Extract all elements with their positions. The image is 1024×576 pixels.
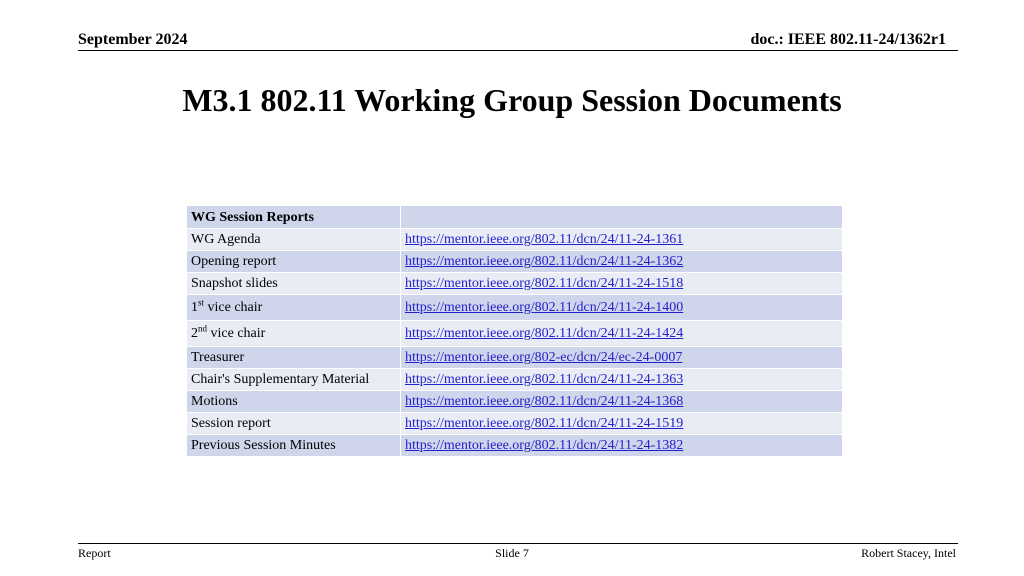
row-link-cell: https://mentor.ieee.org/802.11/dcn/24/11… [400,434,843,457]
link-previous-session-minutes[interactable]: https://mentor.ieee.org/802.11/dcn/24/11… [405,438,683,453]
ordinal-suffix: nd [198,323,207,334]
row-label-treasurer: Treasurer [186,346,401,369]
table-row: Opening report https://mentor.ieee.org/8… [186,250,843,273]
table-row: 2nd vice chair https://mentor.ieee.org/8… [186,320,843,347]
row-link-cell: https://mentor.ieee.org/802.11/dcn/24/11… [400,368,843,391]
row-link-cell: https://mentor.ieee.org/802.11/dcn/24/11… [400,272,843,295]
row-link-cell: https://mentor.ieee.org/802-ec/dcn/24/ec… [400,346,843,369]
ordinal-number: 2 [191,326,198,341]
row-label-snapshot-slides: Snapshot slides [186,272,401,295]
row-label-session-report: Session report [186,412,401,435]
row-label-2nd-vice-chair: 2nd vice chair [186,320,401,347]
row-link-cell: https://mentor.ieee.org/802.11/dcn/24/11… [400,228,843,251]
header-date: September 2024 [78,31,188,48]
row-label-motions: Motions [186,390,401,413]
link-wg-agenda[interactable]: https://mentor.ieee.org/802.11/dcn/24/11… [405,232,683,247]
row-label-opening-report: Opening report [186,250,401,273]
link-treasurer[interactable]: https://mentor.ieee.org/802-ec/dcn/24/ec… [405,350,682,365]
table-row: Previous Session Minutes https://mentor.… [186,434,843,457]
footer-author: Robert Stacey, Intel [861,546,956,560]
row-label-1st-vice-chair: 1st vice chair [186,294,401,321]
table-header-empty-cell [400,205,843,229]
link-1st-vice-chair[interactable]: https://mentor.ieee.org/802.11/dcn/24/11… [405,300,683,315]
row-link-cell: https://mentor.ieee.org/802.11/dcn/24/11… [400,390,843,413]
table-row: Session report https://mentor.ieee.org/8… [186,412,843,435]
table-row: Chair's Supplementary Material https://m… [186,368,843,391]
link-opening-report[interactable]: https://mentor.ieee.org/802.11/dcn/24/11… [405,254,683,269]
row-label-chairs-supplementary-material: Chair's Supplementary Material [186,368,401,391]
link-session-report[interactable]: https://mentor.ieee.org/802.11/dcn/24/11… [405,416,683,431]
link-2nd-vice-chair[interactable]: https://mentor.ieee.org/802.11/dcn/24/11… [405,326,683,341]
footer-divider [78,543,958,544]
header-doc-id: doc.: IEEE 802.11-24/1362r1 [750,31,946,48]
table-row: 1st vice chair https://mentor.ieee.org/8… [186,294,843,321]
label-rest: vice chair [207,326,266,341]
table-row: Snapshot slides https://mentor.ieee.org/… [186,272,843,295]
row-link-cell: https://mentor.ieee.org/802.11/dcn/24/11… [400,250,843,273]
row-label-wg-agenda: WG Agenda [186,228,401,251]
session-documents-table: WG Session Reports WG Agenda https://men… [186,205,843,457]
row-link-cell: https://mentor.ieee.org/802.11/dcn/24/11… [400,320,843,347]
row-label-previous-session-minutes: Previous Session Minutes [186,434,401,457]
row-link-cell: https://mentor.ieee.org/802.11/dcn/24/11… [400,294,843,321]
header-divider [78,50,958,51]
slide-title: M3.1 802.11 Working Group Session Docume… [182,82,842,118]
table-row: WG Agenda https://mentor.ieee.org/802.11… [186,228,843,251]
link-motions[interactable]: https://mentor.ieee.org/802.11/dcn/24/11… [405,394,683,409]
label-rest: vice chair [204,300,263,315]
table-row: Treasurer https://mentor.ieee.org/802-ec… [186,346,843,369]
link-snapshot-slides[interactable]: https://mentor.ieee.org/802.11/dcn/24/11… [405,276,683,291]
table-header-label: WG Session Reports [186,205,401,229]
link-chairs-supplementary-material[interactable]: https://mentor.ieee.org/802.11/dcn/24/11… [405,372,683,387]
row-link-cell: https://mentor.ieee.org/802.11/dcn/24/11… [400,412,843,435]
table-row: Motions https://mentor.ieee.org/802.11/d… [186,390,843,413]
ordinal-number: 1 [191,300,198,315]
table-header-row: WG Session Reports [186,205,843,229]
